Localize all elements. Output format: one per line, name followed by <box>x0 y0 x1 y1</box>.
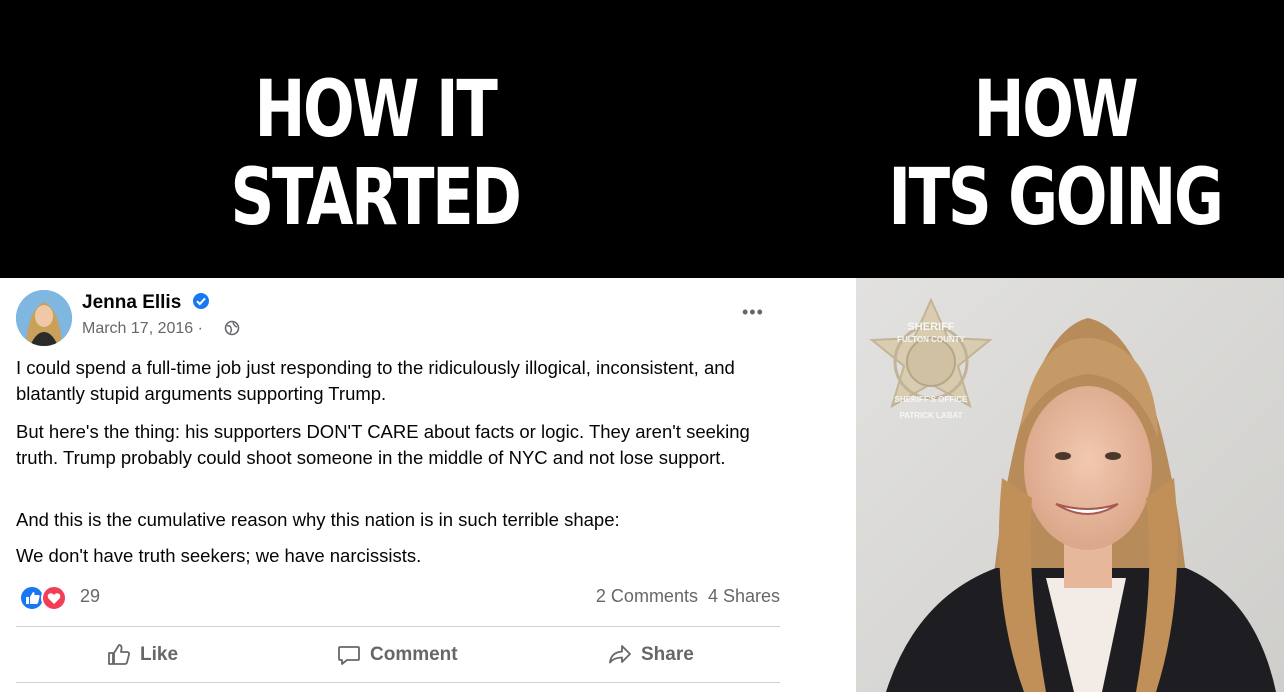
post-paragraph: But here's the thing: his supporters DON… <box>16 421 750 468</box>
post-paragraph: We don't have truth seekers; we have nar… <box>16 545 422 566</box>
caption-banner: HOW IT STARTED HOW ITS GOING <box>0 0 1284 278</box>
post-paragraph: I could spend a full-time job just respo… <box>16 357 735 404</box>
reaction-count[interactable]: 29 <box>80 586 100 607</box>
share-button[interactable]: Share <box>607 638 694 672</box>
post-date[interactable]: March 17, 2016 · <box>82 320 203 338</box>
comment-label: Comment <box>370 644 458 665</box>
caption-right-line-2: ITS GOING <box>888 153 1224 243</box>
badge-top: SHERIFF <box>907 321 954 333</box>
badge-name: PATRICK LABAT <box>899 411 962 420</box>
comment-icon <box>338 646 360 665</box>
caption-left-line-1: HOW IT <box>254 65 497 155</box>
like-reaction-icon <box>19 585 45 611</box>
divider <box>16 626 780 627</box>
more-icon[interactable]: ••• <box>742 302 764 323</box>
verified-icon <box>193 293 209 309</box>
booking-photo: SHERIFF FULTON COUNTY SHERIFF'S OFFICE P… <box>856 278 1284 692</box>
caption-how-its-going: HOW ITS GOING <box>872 66 1239 242</box>
caption-how-it-started: HOW IT STARTED <box>192 66 559 242</box>
like-button[interactable]: Like <box>106 638 178 672</box>
author-name[interactable]: Jenna Ellis <box>82 292 181 314</box>
reactions-icons[interactable] <box>18 584 70 612</box>
badge-ring: FULTON COUNTY <box>897 335 965 344</box>
share-icon <box>609 645 631 664</box>
comment-button[interactable]: Comment <box>336 638 458 672</box>
share-label: Share <box>641 644 694 665</box>
thumbs-up-icon <box>108 644 130 665</box>
booking-photo-illustration: SHERIFF FULTON COUNTY SHERIFF'S OFFICE P… <box>856 278 1284 692</box>
avatar[interactable] <box>16 290 72 346</box>
facebook-post: Jenna Ellis March 17, 2016 · ••• I could… <box>0 278 806 692</box>
globe-icon <box>224 320 240 336</box>
post-paragraph: And this is the cumulative reason why th… <box>16 509 620 530</box>
comments-shares-stats[interactable]: 2 Comments 4 Shares <box>596 586 780 607</box>
caption-right-line-1: HOW <box>973 65 1139 155</box>
like-label: Like <box>140 644 179 665</box>
love-reaction-icon <box>41 585 67 611</box>
divider <box>16 682 780 683</box>
caption-left-line-2: STARTED <box>230 153 522 243</box>
panel-gap <box>806 278 856 692</box>
badge-bottom: SHERIFF'S OFFICE <box>894 395 968 404</box>
